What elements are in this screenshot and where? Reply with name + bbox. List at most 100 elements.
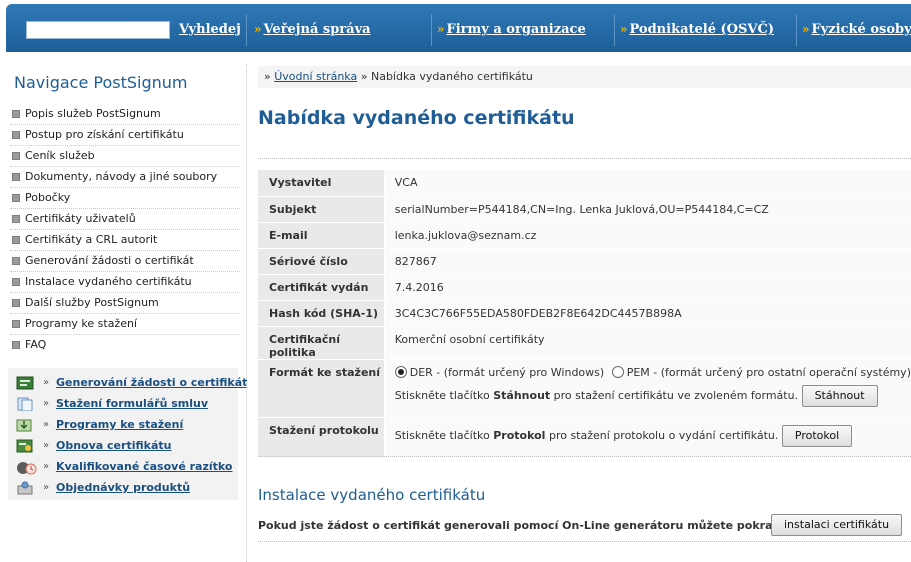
row-key: Vystavitel — [258, 170, 385, 197]
row-value: Stiskněte tlačítko Protokol pro stažení … — [383, 417, 911, 458]
column-divider — [246, 64, 247, 562]
sidebar-item-label: Programy ke stažení — [25, 317, 138, 330]
protocol-button[interactable]: Protokol — [781, 424, 853, 447]
install-certificate-button[interactable]: instalaci certifikátu — [771, 514, 903, 536]
download-button[interactable]: Stáhnout — [801, 384, 878, 407]
square-bullet-icon — [12, 299, 20, 307]
sidebar-item-label: Generování žádosti o certifikát — [25, 254, 194, 267]
download-hint: Stiskněte tlačítko Stáhnout pro stažení … — [394, 388, 799, 402]
protocol-row: Stažení protokolu Stiskněte tlačítko Pro… — [258, 417, 911, 458]
nav-item-label: Firmy a organizace — [446, 22, 586, 37]
square-bullet-icon — [12, 236, 20, 244]
quick-link-label: Obnova certifikátu — [56, 439, 172, 452]
nav-item-podnikatele[interactable]: » Podnikatelé (OSVČ) — [620, 22, 774, 37]
row-key: Hash kód (SHA-1) — [258, 300, 385, 327]
protocol-hint: Stiskněte tlačítko Protokol pro stažení … — [394, 428, 779, 442]
sidebar-item-cenik[interactable]: Ceník služeb — [10, 146, 240, 167]
nav-item-label: Fyzické osoby — [811, 22, 911, 37]
row-value: lenka.juklova@seznam.cz — [383, 222, 911, 249]
search-input[interactable] — [26, 21, 170, 39]
quick-link-generovani[interactable]: » Generování žádosti o certifikát — [16, 374, 247, 395]
row-key: E-mail — [258, 222, 385, 249]
square-bullet-icon — [12, 131, 20, 139]
sidebar-item-label: Certifikáty a CRL autorit — [25, 233, 158, 246]
sidebar-item-dalsi-sluzby[interactable]: Další služby PostSignum — [10, 293, 240, 314]
sidebar-item-label: Certifikáty uživatelů — [25, 212, 136, 225]
table-row: Hash kód (SHA-1) 3C4C3C766F55EDA580FDEB2F… — [258, 300, 911, 327]
double-chevron-icon: » — [43, 398, 50, 409]
row-key: Sériové číslo — [258, 248, 385, 275]
sidebar-item-label: Postup pro získání certifikátu — [25, 128, 184, 141]
square-bullet-icon — [12, 341, 20, 349]
row-value: DER - (formát určený pro Windows) PEM - … — [383, 359, 911, 418]
double-chevron-icon: » — [43, 377, 50, 388]
quick-link-objednavky[interactable]: » Objednávky produktů — [16, 479, 236, 500]
square-bullet-icon — [12, 152, 20, 160]
nav-divider — [246, 14, 247, 46]
table-row: Subjekt serialNumber=P544184,CN=Ing. Lenk… — [258, 196, 911, 223]
generate-request-icon — [16, 376, 34, 390]
sidebar-item-instalace[interactable]: Instalace vydaného certifikátu — [10, 272, 240, 293]
nav-item-fyzicke-osoby[interactable]: » Fyzické osoby — [802, 22, 911, 37]
sidebar-item-generovani[interactable]: Generování žádosti o certifikát — [10, 251, 240, 272]
double-chevron-icon: » — [254, 22, 262, 36]
quick-link-razitko[interactable]: » Kvalifikované časové razítko — [16, 458, 236, 479]
divider — [258, 158, 911, 159]
page-title: Nabídka vydaného certifikátu — [258, 107, 575, 129]
quick-link-programy[interactable]: » Programy ke stažení — [16, 416, 236, 437]
quick-link-label: Generování žádosti o certifikát — [56, 376, 248, 389]
sidebar-item-label: Instalace vydaného certifikátu — [25, 275, 192, 288]
table-row: Vystavitel VCA — [258, 170, 911, 197]
sidebar-item-programy[interactable]: Programy ke stažení — [10, 314, 240, 335]
sidebar-item-popis-sluzeb[interactable]: Popis služeb PostSignum — [10, 104, 240, 125]
search-button[interactable]: Vyhledej — [179, 22, 241, 37]
radio-pem[interactable] — [611, 365, 624, 378]
breadcrumb-home-link[interactable]: Úvodní stránka — [274, 70, 357, 83]
quick-link-label: Kvalifikované časové razítko — [56, 460, 233, 473]
sidebar-item-label: Dokumenty, návody a jiné soubory — [25, 170, 218, 183]
breadcrumb: » Úvodní stránka » Nabídka vydaného cert… — [258, 66, 911, 88]
sidebar-item-faq[interactable]: FAQ — [10, 335, 240, 356]
quick-link-label: Programy ke stažení — [56, 418, 184, 431]
sidebar-item-certifikaty-crl[interactable]: Certifikáty a CRL autorit — [10, 230, 240, 251]
quick-link-formulare[interactable]: » Stažení formulářů smluv — [16, 395, 236, 416]
double-chevron-icon: » — [802, 22, 810, 36]
row-value: Komerční osobní certifikáty — [383, 326, 911, 360]
radio-der[interactable] — [394, 365, 407, 378]
install-text: Pokud jste žádost o certifikát generoval… — [258, 519, 818, 532]
quick-link-label: Objednávky produktů — [56, 481, 191, 494]
table-row: Sériové číslo 827867 — [258, 248, 911, 275]
square-bullet-icon — [12, 110, 20, 118]
sidebar-item-label: Ceník služeb — [25, 149, 95, 162]
nav-item-verejna-sprava[interactable]: » Veřejná správa — [254, 22, 371, 37]
install-row: Pokud jste žádost o certifikát generoval… — [258, 512, 911, 539]
contract-forms-icon — [16, 397, 34, 412]
quick-link-obnova[interactable]: » Obnova certifikátu — [16, 437, 236, 458]
format-row: Formát ke stažení DER - (formát určený p… — [258, 359, 911, 418]
table-row: E-mail lenka.juklova@seznam.cz — [258, 222, 911, 249]
sidebar-item-pobocky[interactable]: Pobočky — [10, 188, 240, 209]
breadcrumb-separator: » — [360, 70, 368, 83]
nav-item-label: Veřejná správa — [263, 22, 371, 37]
row-key: Certifikát vydán — [258, 274, 385, 301]
double-chevron-icon: » — [437, 22, 445, 36]
certificate-renewal-icon — [16, 439, 34, 453]
breadcrumb-current: Nabídka vydaného certifikátu — [370, 70, 533, 83]
row-value: 3C4C3C766F55EDA580FDEB2F8E642DC4457B898A — [383, 300, 911, 327]
sidebar-item-certifikaty-uzivatelu[interactable]: Certifikáty uživatelů — [10, 209, 240, 230]
sidebar-title: Navigace PostSignum — [14, 73, 188, 92]
row-key: Stažení protokolu — [258, 417, 385, 458]
row-key: Certifikační politika — [258, 326, 385, 360]
sidebar-item-postup[interactable]: Postup pro získání certifikátu — [10, 125, 240, 146]
sidebar-item-dokumenty[interactable]: Dokumenty, návody a jiné soubory — [10, 167, 240, 188]
sidebar-item-label: FAQ — [25, 338, 47, 351]
square-bullet-icon — [12, 194, 20, 202]
double-chevron-icon: » — [43, 419, 50, 430]
top-navigation-bar: Vyhledej » Veřejná správa » Firmy a organi… — [6, 4, 911, 52]
radio-pem-label: PEM - (formát určený pro ostatní operačn… — [626, 365, 911, 379]
sidebar-item-label: Další služby PostSignum — [25, 296, 159, 309]
nav-item-firmy[interactable]: » Firmy a organizace — [437, 22, 586, 37]
sidebar-item-label: Popis služeb PostSignum — [25, 107, 161, 120]
double-chevron-icon: » — [43, 461, 50, 472]
row-value: 7.4.2016 — [383, 274, 911, 301]
